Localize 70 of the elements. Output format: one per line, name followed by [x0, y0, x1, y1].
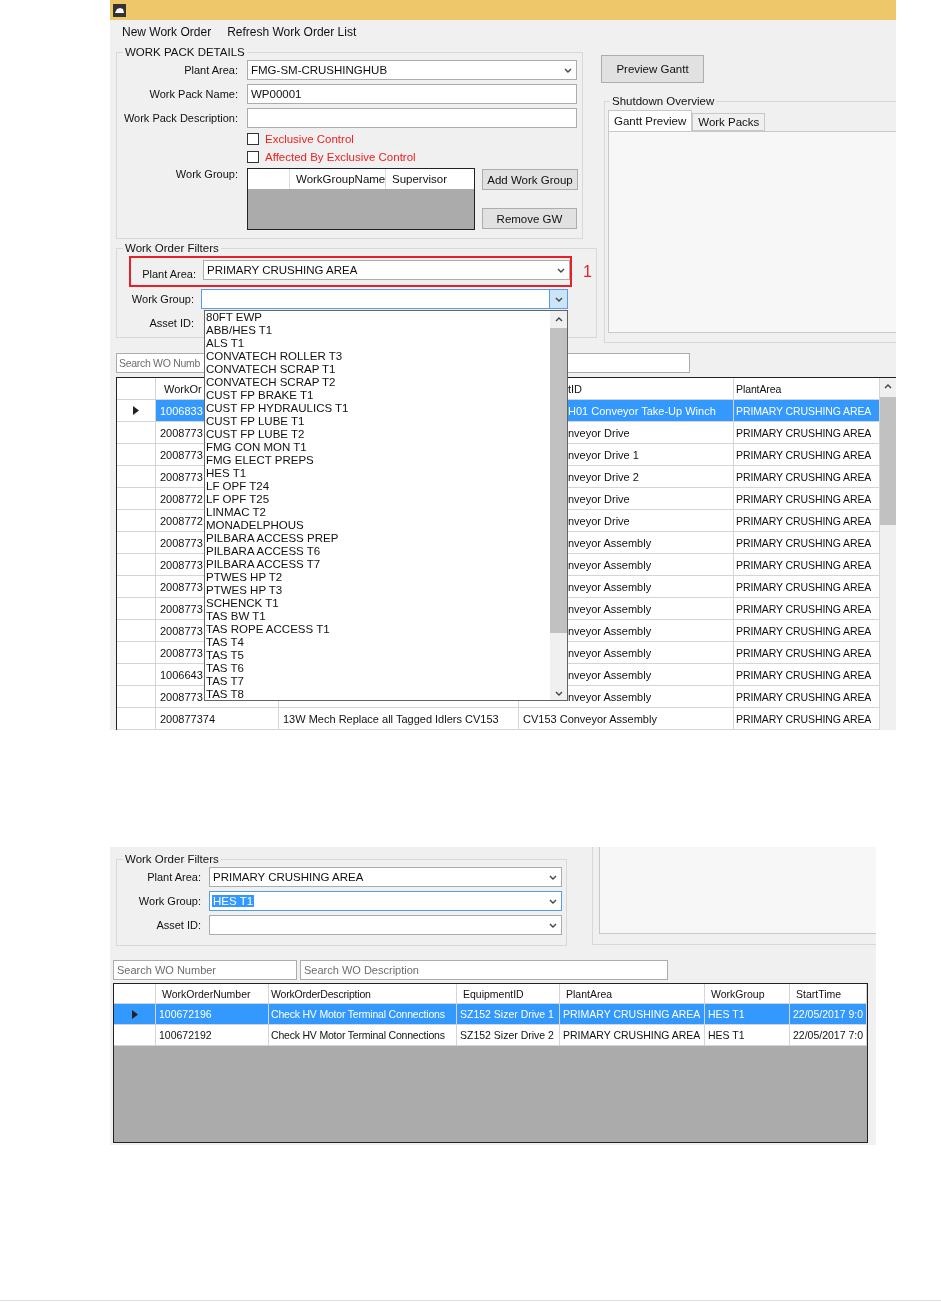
scroll-thumb[interactable] [880, 397, 896, 525]
scroll-up-icon [553, 315, 564, 324]
field-label: Plant Area: [183, 64, 239, 76]
table-cell: SZ152 Sizer Drive 1 [457, 1004, 560, 1025]
table-cell: PRIMARY CRUSHING AREA [734, 400, 880, 422]
field-label: Asset ID: [155, 919, 202, 931]
button[interactable]: Remove GW [482, 208, 577, 229]
column-header: WorkGroupName [290, 169, 386, 189]
field-label: Work Group: [174, 168, 239, 180]
preview-gantt-button[interactable]: Preview Gantt [601, 55, 704, 83]
current-row-icon [133, 406, 139, 415]
field-label: Work Group: [137, 895, 202, 907]
group-title: WORK PACK DETAILS [124, 46, 246, 58]
dropdown-field[interactable]: PRIMARY CRUSHING AREA [209, 867, 562, 887]
field-label: Work Pack Description: [122, 112, 239, 124]
table-cell: CV153 Conveyor Assembly [519, 708, 734, 730]
list-item[interactable]: 80FT EWP [206, 311, 550, 324]
dropdown-field[interactable] [209, 915, 562, 935]
field-value: FMG-SM-CRUSHINGHUB [250, 64, 389, 76]
field-label: Work Group: [130, 293, 195, 305]
table-cell: PRIMARY CRUSHING AREA [560, 1004, 705, 1025]
menu-item[interactable]: Refresh Work Order List [219, 25, 365, 39]
field-value: PRIMARY CRUSHING AREA [212, 871, 365, 883]
table-cell: PRIMARY CRUSHING AREA [560, 1025, 705, 1046]
field-label: Work Pack Name: [148, 88, 239, 100]
tab[interactable]: Work Packs [692, 113, 766, 131]
callout-number: 1 [583, 262, 592, 281]
dropdown-field[interactable]: FMG-SM-CRUSHINGHUB [247, 60, 577, 80]
list-item[interactable]: ALS T1 [206, 337, 550, 350]
field-value: PRIMARY CRUSHING AREA [206, 264, 359, 276]
field-label: Asset ID: [148, 317, 195, 329]
table-cell: SZ152 Sizer Drive 2 [457, 1025, 560, 1046]
table-cell: 13W Mech Replace all Tagged Idlers CV153 [279, 708, 519, 730]
table-cell: HES T1 [705, 1025, 790, 1046]
table-cell: 100672192 [156, 1025, 269, 1046]
field-label: Plant Area: [146, 871, 202, 883]
table-cell: HES T1 [705, 1004, 790, 1025]
scrollbar[interactable] [880, 378, 896, 730]
menu-item[interactable]: New Work Order [114, 25, 220, 39]
table-cell: Check HV Motor Terminal Connections [269, 1025, 457, 1046]
group-title: Work Order Filters [124, 242, 220, 254]
text-field[interactable]: WP00001 [247, 84, 577, 104]
app-icon [113, 3, 126, 17]
list-item[interactable]: ABB/HES T1 [206, 324, 550, 337]
group-title: Shutdown Overview [611, 95, 716, 107]
field-label: Plant Area: [141, 268, 197, 280]
checkbox-label: Exclusive Control [265, 133, 354, 145]
checkbox[interactable] [247, 151, 259, 163]
chevron-down-icon [553, 689, 564, 698]
scroll-up-icon [883, 382, 893, 391]
dropdown-field[interactable]: PRIMARY CRUSHING AREA [203, 260, 570, 280]
dropdown-button[interactable] [549, 290, 567, 308]
table-cell: 200877374 [156, 708, 279, 730]
column-header: Supervisor [391, 172, 447, 187]
dropdown-field[interactable] [201, 289, 568, 309]
table-cell: 100672196 [156, 1004, 269, 1025]
table-cell: 22/05/2017 7:0 [790, 1025, 867, 1046]
tab[interactable]: Gantt Preview [608, 110, 693, 131]
scrollbar[interactable] [550, 311, 567, 700]
button[interactable]: Add Work Group [482, 169, 578, 190]
table-cell: Check HV Motor Terminal Connections [269, 1004, 457, 1025]
text-field[interactable] [247, 108, 577, 128]
checkbox[interactable] [247, 133, 259, 145]
search-field[interactable]: Search WO Description [300, 960, 668, 980]
search-field[interactable]: Search WO Number [113, 960, 297, 980]
scroll-thumb[interactable] [550, 328, 567, 633]
current-row-icon [131, 1009, 138, 1019]
table-cell: 22/05/2017 9:0 [790, 1004, 867, 1025]
group-title: Work Order Filters [124, 853, 220, 865]
checkbox-label: Affected By Exclusive Control [265, 151, 416, 163]
